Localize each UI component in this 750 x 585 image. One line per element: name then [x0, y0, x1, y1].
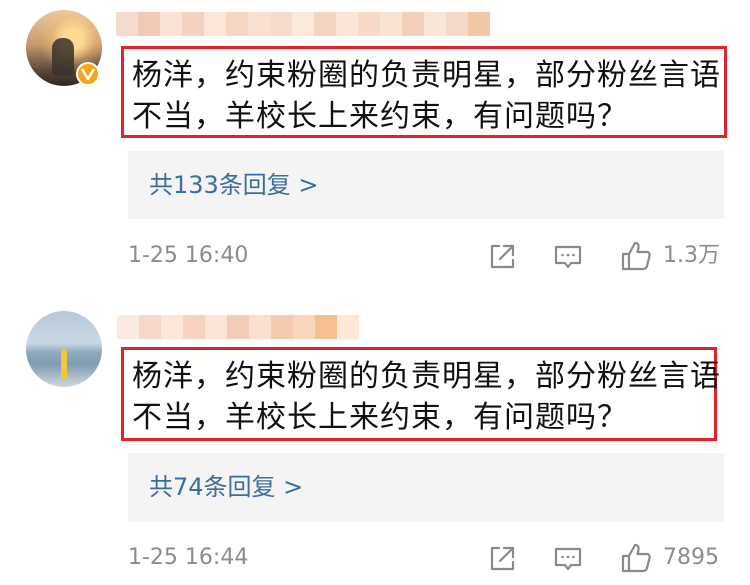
blur-tile — [139, 315, 161, 339]
comment-item: 杨洋，约束粉圈的负责明星，部分粉丝言语 不当，羊校长上来约束，有问题吗？ 共74条… — [0, 300, 750, 585]
blur-tile — [204, 12, 226, 36]
comment-time: 1-25 16:44 — [128, 545, 249, 570]
username-blurred[interactable] — [117, 315, 359, 339]
blur-tile — [270, 12, 292, 36]
blur-tile — [226, 12, 248, 36]
comment-meta-bar: 1-25 16:40 1.3万 — [0, 236, 750, 276]
blur-tile — [468, 12, 490, 36]
blur-tile — [117, 315, 139, 339]
avatar-image — [26, 311, 102, 387]
highlighted-comment-box: 杨洋，约束粉圈的负责明星，部分粉丝言语 不当，羊校长上来约束，有问题吗？ — [121, 347, 720, 441]
blur-tile — [138, 12, 160, 36]
share-icon[interactable] — [484, 540, 520, 576]
blur-tile — [160, 12, 182, 36]
blur-tile — [116, 12, 138, 36]
share-icon[interactable] — [484, 238, 520, 274]
replies-panel[interactable]: 共133条回复 > — [128, 151, 724, 219]
blur-tile — [424, 12, 446, 36]
blur-tile — [446, 12, 468, 36]
thumbs-up-icon[interactable] — [618, 238, 654, 274]
comment-time: 1-25 16:40 — [128, 243, 249, 268]
like-count: 1.3万 — [663, 243, 720, 268]
view-replies-link[interactable]: 共133条回复 > — [149, 169, 319, 201]
view-replies-link[interactable]: 共74条回复 > — [149, 471, 303, 503]
thumbs-up-icon[interactable] — [618, 540, 654, 576]
blur-tile — [292, 12, 314, 36]
blur-tile — [161, 315, 183, 339]
like-count: 7895 — [663, 545, 719, 570]
blur-tile — [402, 12, 424, 36]
blur-tile — [227, 315, 249, 339]
blur-tile — [271, 315, 293, 339]
comment-icon[interactable] — [550, 540, 586, 576]
blur-tile — [293, 315, 315, 339]
blur-tile — [248, 12, 270, 36]
highlighted-comment-box: 杨洋，约束粉圈的负责明星，部分粉丝言语 不当，羊校长上来约束，有问题吗？ — [121, 46, 727, 138]
comment-meta-bar: 1-25 16:44 7895 — [0, 538, 750, 578]
blur-tile — [205, 315, 227, 339]
blur-tile — [358, 12, 380, 36]
replies-panel[interactable]: 共74条回复 > — [128, 453, 724, 522]
blur-tile — [337, 315, 359, 339]
blur-tile — [249, 315, 271, 339]
comment-text: 杨洋，约束粉圈的负责明星，部分粉丝言语 不当，羊校长上来约束，有问题吗？ — [132, 359, 721, 435]
blur-tile — [182, 12, 204, 36]
user-avatar[interactable] — [26, 311, 102, 387]
comment-text: 杨洋，约束粉圈的负责明星，部分粉丝言语 不当，羊校长上来约束，有问题吗？ — [132, 58, 721, 134]
blur-tile — [314, 12, 336, 36]
blur-tile — [183, 315, 205, 339]
comment-item: 杨洋，约束粉圈的负责明星，部分粉丝言语 不当，羊校长上来约束，有问题吗？ 共133… — [0, 0, 750, 295]
comment-icon[interactable] — [550, 238, 586, 274]
blur-tile — [380, 12, 402, 36]
verified-badge-icon — [76, 62, 100, 86]
username-blurred[interactable] — [116, 12, 490, 36]
blur-tile — [336, 12, 358, 36]
blur-tile — [315, 315, 337, 339]
